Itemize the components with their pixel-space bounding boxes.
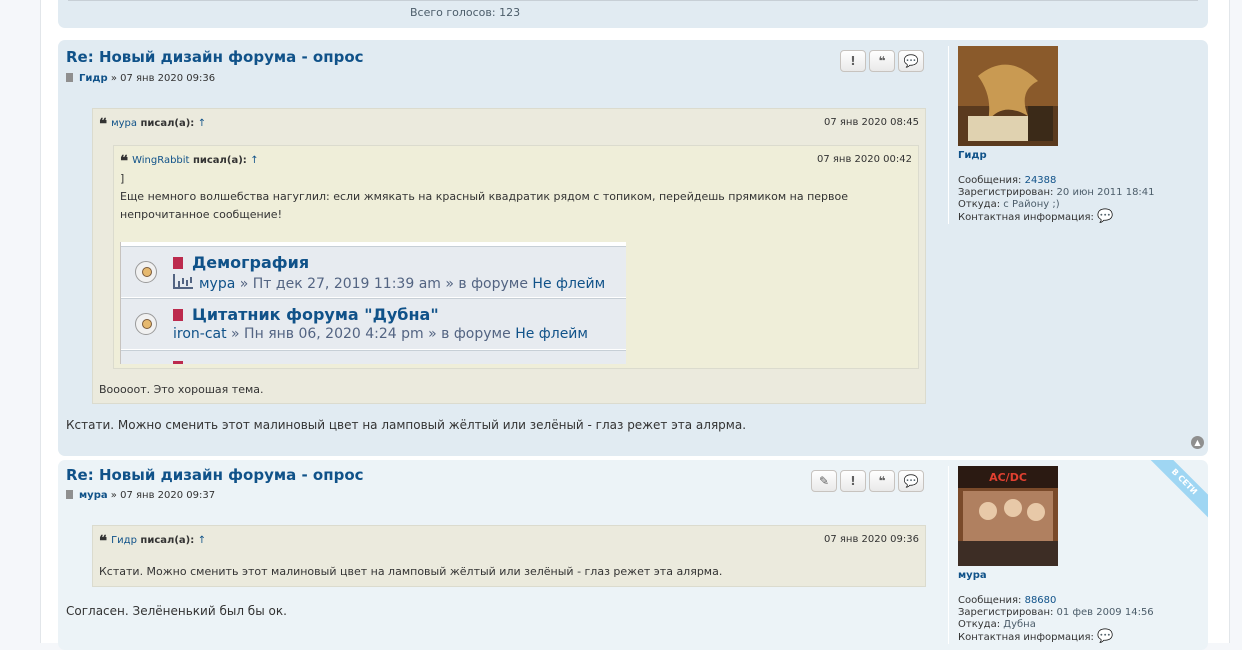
topic-title: Демография (192, 253, 310, 272)
quote-source-link[interactable]: ↑ (198, 118, 206, 129)
quote-author-link[interactable]: WingRabbit (132, 155, 189, 166)
quote-date: 07 янв 2020 09:36 (824, 534, 919, 545)
poll-total-votes: Всего голосов: 123 (410, 6, 521, 19)
embedded-topic-list-screenshot: Демография мура » Пт дек 27, 2019 11:39 … (120, 242, 626, 364)
post-file-icon[interactable] (66, 73, 73, 82)
post-profile: AC/DC мура Сообщения: 88680 Зарегистриро… (948, 466, 1198, 644)
red-file-icon (173, 361, 183, 364)
speech-bubble-icon: 💬 (903, 54, 919, 68)
red-file-icon (173, 257, 183, 269)
post-buttons: ✎ ! ❝ 💬 (811, 470, 924, 492)
user-avatar[interactable]: AC/DC (958, 466, 1058, 566)
red-file-icon (173, 309, 183, 321)
quote-source-link[interactable]: ↑ (198, 535, 206, 546)
edit-button[interactable]: ✎ (811, 470, 837, 492)
post-profile: Гидр Сообщения: 24388 Зарегистрирован: 2… (948, 46, 1198, 224)
quote-author-link[interactable]: мура (111, 118, 137, 129)
quote-text: Еще немного волшебства нагуглил: если жм… (120, 190, 849, 221)
pencil-icon: ✎ (818, 474, 830, 488)
post-file-icon[interactable] (66, 490, 73, 499)
quote-bracket: ] (120, 172, 125, 185)
quote-author-link[interactable]: Гидр (111, 535, 137, 546)
quote-header: ❝ Гидр писал(а): ↑ (99, 532, 207, 550)
avatar-band-logo: AC/DC (989, 471, 1027, 484)
quote-text: Кстати. Можно сменить этот малиновый цве… (99, 565, 723, 578)
quote-date: 07 янв 2020 00:42 (817, 154, 912, 165)
quote-block: ❝ мура писал(а): ↑ 07 янв 2020 08:45 ❝ Win… (92, 108, 926, 404)
quote-button[interactable]: ❝ (869, 50, 895, 72)
topic-author: мура (199, 276, 236, 292)
report-button[interactable]: ! (840, 50, 866, 72)
post-author-link[interactable]: Гидр (79, 73, 108, 84)
post-meta: мура » 07 янв 2020 09:37 (66, 490, 215, 501)
quote-mark-icon: ❝ (99, 115, 108, 133)
post-date: 07 янв 2020 09:36 (120, 73, 216, 84)
quote-header: ❝ WingRabbit писал(а): ↑ (120, 152, 259, 170)
post-content: Согласен. Зелёненький был бы ок. (66, 604, 287, 618)
post-title-link[interactable]: Re: Новый дизайн форума - опрос (66, 48, 364, 66)
quote-date: 07 янв 2020 08:45 (824, 117, 919, 128)
back-to-top-icon[interactable]: ▲ (1191, 436, 1204, 449)
post: Re: Новый дизайн форума - опрос мура » 0… (58, 460, 1208, 650)
post-date: 07 янв 2020 09:37 (120, 490, 216, 501)
topic-read-icon (135, 261, 157, 283)
profile-post-count[interactable]: 88680 (1025, 595, 1057, 606)
quote-header: ❝ мура писал(а): ↑ (99, 115, 207, 133)
page-wrap: Всего голосов: 123 Re: Новый дизайн фору… (40, 0, 1230, 650)
nested-quote-block: ❝ WingRabbit писал(а): ↑ 07 янв 2020 00:4… (113, 145, 919, 369)
quote-mark-icon: ❝ (120, 152, 129, 170)
profile-username[interactable]: мура (958, 570, 1198, 581)
topic-read-icon (135, 313, 157, 335)
profile-location: с Району ;) (1003, 199, 1060, 210)
post-buttons: ! ❝ 💬 (840, 50, 924, 72)
previous-post-tail: Всего голосов: 123 (58, 0, 1208, 28)
post-content: Кстати. Можно сменить этот малиновый цве… (66, 418, 747, 432)
post: Re: Новый дизайн форума - опрос Гидр » 0… (58, 40, 1208, 456)
profile-location: Дубна (1003, 619, 1036, 630)
quote-source-link[interactable]: ↑ (250, 155, 258, 166)
post-meta: Гидр » 07 янв 2020 09:36 (66, 73, 215, 84)
speech-bubble-icon: 💬 (903, 474, 919, 488)
report-button[interactable]: ! (840, 470, 866, 492)
exclamation-icon: ! (850, 474, 856, 488)
quote-icon: ❝ (878, 474, 886, 488)
quote-mark-icon: ❝ (99, 532, 108, 550)
quote-block: ❝ Гидр писал(а): ↑ 07 янв 2020 09:36 Кста… (92, 525, 926, 587)
quote-text: Вооооот. Это хорошая тема. (99, 383, 264, 396)
pm-button[interactable]: 💬 (898, 470, 924, 492)
profile-post-count[interactable]: 24388 (1025, 175, 1057, 186)
poll-icon (173, 274, 193, 289)
contact-bubble-icon[interactable]: 💬 (1097, 629, 1113, 644)
quote-icon: ❝ (878, 54, 886, 68)
profile-username[interactable]: Гидр (958, 150, 1198, 161)
profile-registered: 01 фев 2009 14:56 (1056, 607, 1154, 618)
topic-forum: Не флейм (532, 276, 606, 292)
topic-title: Цитатник форума "Дубна" (192, 305, 439, 324)
exclamation-icon: ! (850, 54, 856, 68)
profile-registered: 20 июн 2011 18:41 (1056, 187, 1155, 198)
topic-row: Демография мура » Пт дек 27, 2019 11:39 … (121, 246, 626, 297)
topic-author: iron-cat (173, 326, 227, 342)
topic-row: Цитатник форума "Дубна" iron-cat » Пн ян… (121, 298, 626, 349)
pm-button[interactable]: 💬 (898, 50, 924, 72)
user-avatar[interactable] (958, 46, 1058, 146)
topic-forum: Не флейм (515, 326, 588, 342)
quote-button[interactable]: ❝ (869, 470, 895, 492)
post-title-link[interactable]: Re: Новый дизайн форума - опрос (66, 466, 364, 484)
post-author-link[interactable]: мура (79, 490, 108, 501)
topic-row (121, 350, 626, 364)
contact-bubble-icon[interactable]: 💬 (1097, 209, 1113, 224)
